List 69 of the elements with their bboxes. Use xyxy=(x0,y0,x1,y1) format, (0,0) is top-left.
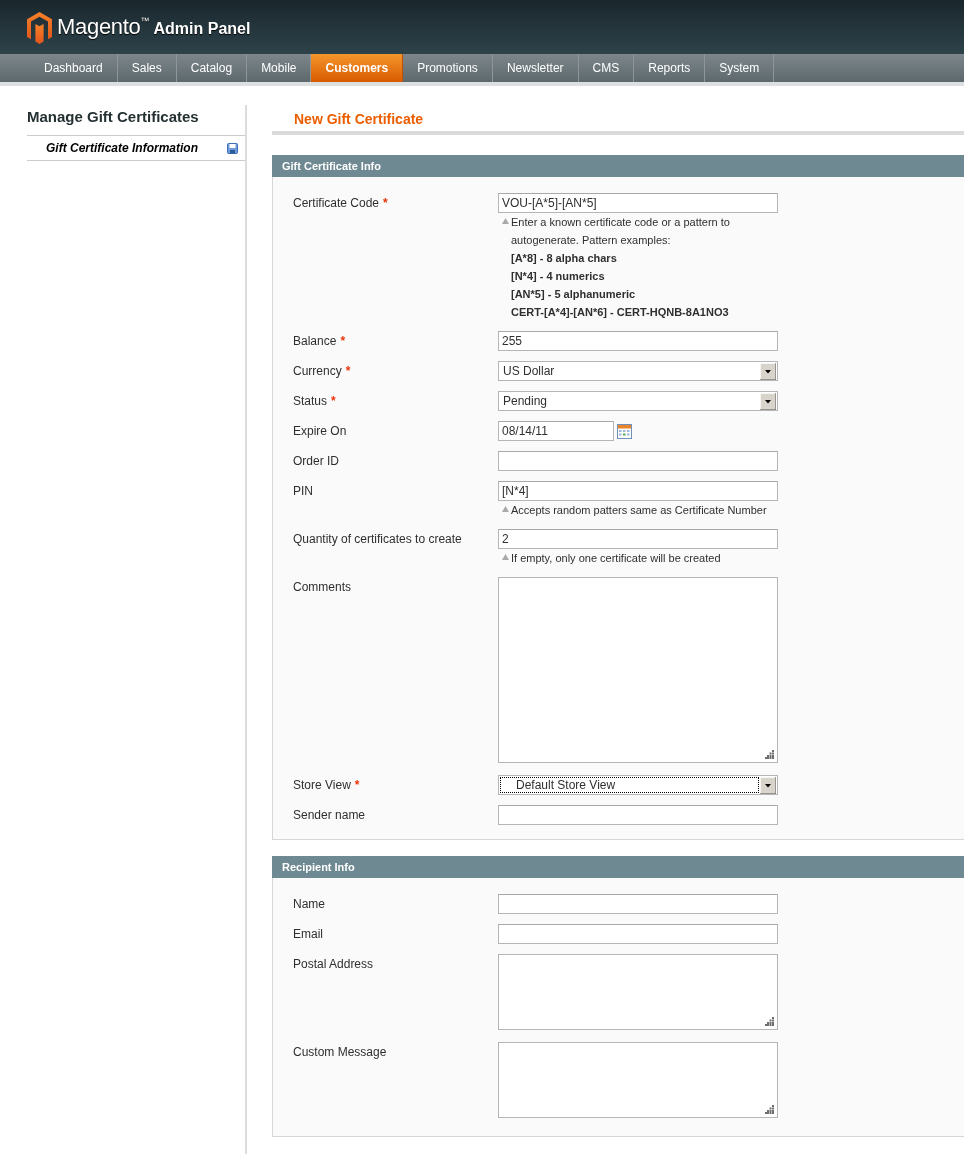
field-label: Expire On xyxy=(293,424,347,438)
hint-text: If empty, only one certificate will be created xyxy=(511,551,722,566)
field-label: PIN xyxy=(293,484,313,498)
dropdown-arrow-icon xyxy=(760,776,776,794)
field-label: Sender name xyxy=(293,808,366,822)
sidebar-title: Manage Gift Certificates xyxy=(27,105,245,136)
pattern-example: [AN*5] - 5 alphanumeric xyxy=(511,287,637,302)
hint-triangle-icon xyxy=(502,554,509,560)
nav-tab[interactable]: Promotions xyxy=(403,54,493,82)
nav-tab[interactable]: System xyxy=(705,54,775,82)
field-label: Status xyxy=(293,394,328,408)
field-label: Currency xyxy=(293,364,342,378)
text-input[interactable]: VOU-[A*5]-[AN*5] xyxy=(498,193,778,213)
nav-tab[interactable]: Dashboard xyxy=(30,54,118,82)
required-asterisk: * xyxy=(331,394,336,408)
textarea-field[interactable] xyxy=(498,577,778,763)
field-label: Quantity of certificates to create xyxy=(293,532,462,546)
hint-triangle-icon xyxy=(502,218,509,224)
text-input[interactable] xyxy=(498,451,778,471)
nav-tab[interactable]: Catalog xyxy=(176,54,248,82)
field-label: Comments xyxy=(293,580,351,594)
hint-triangle-icon xyxy=(502,506,509,512)
date-input[interactable]: 08/14/11 xyxy=(498,421,614,441)
calendar-icon[interactable] xyxy=(617,423,632,439)
text-input[interactable] xyxy=(498,924,778,944)
text-input[interactable]: 255 xyxy=(498,331,778,351)
nav-tab[interactable]: CMS xyxy=(578,54,635,82)
logo-text: Magento$^{™}$ xyxy=(57,14,150,40)
text-input[interactable]: [N*4] xyxy=(498,481,778,501)
required-asterisk: * xyxy=(340,334,346,348)
field-label: Order ID xyxy=(293,454,339,468)
field-label: Email xyxy=(293,927,323,941)
field-label: Custom Message xyxy=(293,1045,387,1059)
nav-tab[interactable]: Customers xyxy=(311,54,404,82)
required-asterisk: * xyxy=(345,364,351,378)
field-label: Postal Address xyxy=(293,957,374,971)
dropdown[interactable]: US Dollar xyxy=(498,361,778,381)
dropdown-arrow-icon xyxy=(760,362,776,380)
resize-grip-icon xyxy=(765,1017,774,1026)
textarea-field[interactable] xyxy=(498,954,778,1030)
hint-text: Enter a known certificate code or a pattern to autogenerate. Pattern examples: xyxy=(511,215,731,248)
resize-grip-icon xyxy=(765,1105,774,1114)
page-title: New Gift Certificate xyxy=(272,108,964,135)
hint-text: Accepts random patters same as Certificate Number xyxy=(511,503,768,518)
sidebar-tab[interactable]: Gift Certificate Information xyxy=(27,136,245,161)
nav-tab[interactable]: Sales xyxy=(117,54,177,82)
textarea-field[interactable] xyxy=(498,1042,778,1118)
field-label: Name xyxy=(293,897,325,911)
dropdown[interactable]: Pending xyxy=(498,391,778,411)
text-input[interactable] xyxy=(498,805,778,825)
required-asterisk: * xyxy=(354,778,360,792)
hexagon-logo-icon xyxy=(27,11,52,44)
section-header: Recipient Info xyxy=(272,856,964,878)
field-label: Certificate Code xyxy=(293,196,380,210)
field-label: Store View xyxy=(293,778,351,792)
text-input[interactable]: 2 xyxy=(498,529,778,549)
pattern-example: CERT-[A*4]-[AN*6] - CERT-HQNB-8A1NO3 xyxy=(511,305,730,320)
resize-grip-icon xyxy=(765,750,774,759)
dropdown[interactable]: Default Store View xyxy=(498,775,778,795)
logo-subtitle: Admin Panel xyxy=(153,18,251,39)
pattern-example: [A*8] - 8 alpha chars xyxy=(511,251,618,266)
text-input[interactable] xyxy=(498,894,778,914)
section-header: Gift Certificate Info xyxy=(272,155,964,177)
nav-tab[interactable]: Reports xyxy=(634,54,706,82)
dropdown-arrow-icon xyxy=(760,392,776,410)
nav-tab[interactable]: Newsletter xyxy=(492,54,579,82)
pattern-example: [N*4] - 4 numerics xyxy=(511,269,606,284)
field-label: Balance xyxy=(293,334,337,348)
required-asterisk: * xyxy=(383,196,388,210)
